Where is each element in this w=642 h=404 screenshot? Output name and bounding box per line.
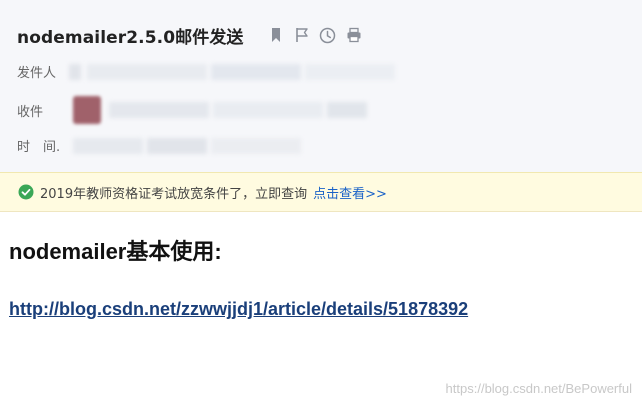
flag-icon[interactable] [292,25,312,45]
clock-icon[interactable] [318,25,338,45]
bookmark-icon[interactable] [266,25,286,45]
time-label: 时 间. [17,140,61,155]
sender-value-redacted[interactable] [69,63,395,80]
article-link[interactable]: http://blog.csdn.net/zzwwjjdj1/article/d… [9,299,468,320]
recipient-avatar [73,96,101,124]
recipient-row: 收件 [17,96,367,124]
time-row: 时 间. [17,136,301,155]
notice-view-link[interactable]: 点击查看>> [313,183,387,202]
email-subject: nodemailer2.5.0邮件发送 [17,27,244,48]
print-icon[interactable] [344,25,364,45]
recipient-value-redacted[interactable] [69,96,367,124]
content-heading: nodemailer基本使用: [9,239,222,264]
check-circle-icon [18,184,34,200]
sender-label: 发件人 [17,66,57,81]
email-header: nodemailer2.5.0邮件发送 发件人 收件 时 间. [0,0,642,172]
time-value-redacted [69,137,301,154]
subject-actions [266,25,364,45]
subject-row: nodemailer2.5.0邮件发送 [17,22,364,48]
notice-bar: 2019年教师资格证考试放宽条件了，立即查询 点击查看>> [0,172,642,212]
watermark: https://blog.csdn.net/BePowerful [445,381,632,396]
sender-row: 发件人 [17,62,395,81]
recipient-label: 收件 [17,104,44,120]
notice-text: 2019年教师资格证考试放宽条件了，立即查询 [40,186,308,202]
